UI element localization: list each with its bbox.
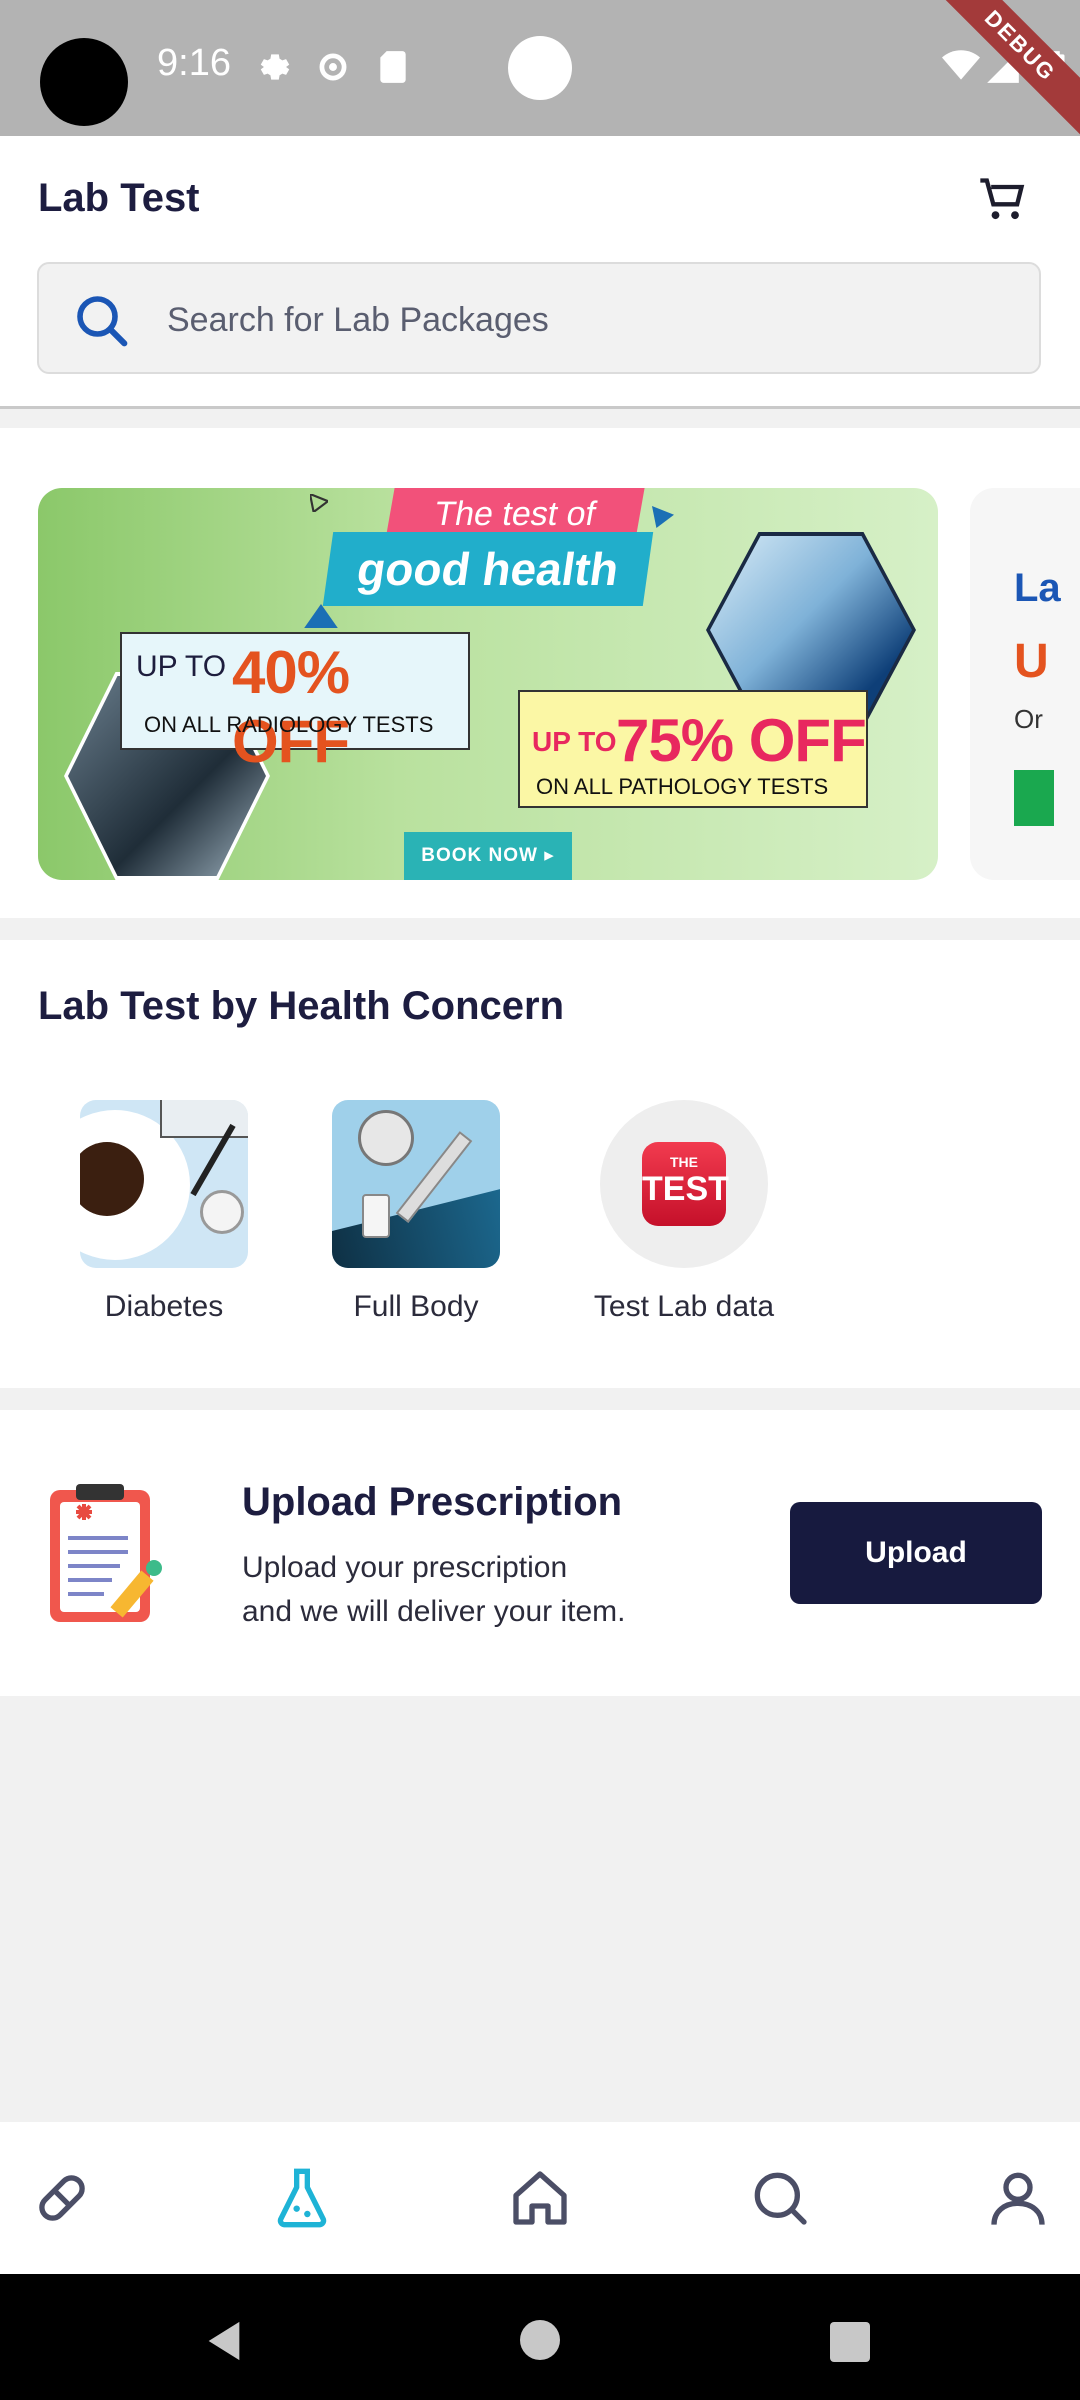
- concern-label: Full Body: [353, 1290, 479, 1323]
- settings-icon: [260, 54, 290, 80]
- home-system-icon[interactable]: [520, 2320, 560, 2360]
- wifi-icon: [942, 50, 980, 80]
- status-time: 9:16: [157, 42, 231, 84]
- upload-title: Upload Prescription: [242, 1480, 623, 1524]
- page-title: Lab Test: [38, 176, 200, 220]
- diabetes-image: [80, 1100, 248, 1268]
- bottom-navigation: [0, 2122, 1080, 2274]
- search-bar[interactable]: [37, 262, 1041, 374]
- front-camera: [508, 36, 572, 100]
- triangle-decoration: [310, 494, 328, 512]
- offer-carousel[interactable]: The test of good health UP TO 40% OFF ON…: [0, 428, 1080, 918]
- recents-icon[interactable]: [830, 2322, 870, 2362]
- back-icon[interactable]: [204, 2318, 244, 2364]
- banner-ribbon-main: good health: [322, 532, 654, 606]
- upload-button[interactable]: Upload: [790, 1502, 1042, 1604]
- system-navigation-bar: [0, 2274, 1080, 2400]
- radiology-offer: UP TO 40% OFF ON ALL RADIOLOGY TESTS: [120, 632, 470, 775]
- offer1-sub: ON ALL RADIOLOGY TESTS: [144, 712, 434, 737]
- next-banner-text: La: [1014, 566, 1061, 610]
- profile-icon[interactable]: [986, 2166, 1050, 2230]
- next-banner-text: U: [1014, 635, 1049, 688]
- search-icon[interactable]: [748, 2166, 812, 2230]
- search-icon: [77, 296, 128, 347]
- triangle-decoration: [304, 604, 338, 628]
- offer1-prefix: UP TO: [136, 650, 227, 683]
- test-logo: THE TEST: [642, 1142, 729, 1226]
- offer2-sub: ON ALL PATHOLOGY TESTS: [536, 774, 829, 799]
- offer2-prefix: UP TO: [532, 726, 617, 757]
- upload-desc-line: Upload your prescription: [242, 1551, 568, 1584]
- next-banner-text: Or: [1014, 704, 1043, 734]
- pathology-offer: UP TO 75% OFF ON ALL PATHOLOGY TESTS: [518, 690, 868, 808]
- logo-main-text: TEST: [642, 1170, 729, 1208]
- triangle-decoration: [652, 506, 674, 528]
- book-now-button[interactable]: BOOK NOW ▸: [404, 832, 572, 880]
- upload-description: Upload your prescription and we will del…: [242, 1546, 702, 1634]
- home-icon[interactable]: [508, 2166, 572, 2230]
- concern-item-diabetes[interactable]: Diabetes: [64, 1100, 264, 1324]
- offer2-value: 75% OFF: [616, 707, 867, 774]
- logo-top-text: THE: [670, 1154, 698, 1170]
- pill-icon[interactable]: [30, 2166, 94, 2230]
- offer-banner[interactable]: The test of good health UP TO 40% OFF ON…: [38, 488, 938, 880]
- app-header: Lab Test: [0, 136, 1080, 409]
- section-title: Lab Test by Health Concern: [38, 984, 565, 1028]
- settings-icon: [319, 53, 347, 81]
- status-bar: 9:16 DEBUG: [0, 0, 1080, 153]
- sd-card-icon: [380, 51, 406, 83]
- upload-prescription-card: Upload Prescription Upload your prescrip…: [0, 1410, 1080, 1696]
- full-body-image: [332, 1100, 500, 1268]
- concern-label: Diabetes: [104, 1290, 224, 1323]
- search-input[interactable]: [165, 284, 989, 356]
- prescription-clipboard-icon: [50, 1484, 162, 1622]
- concern-item-test-lab-data[interactable]: THE TEST Test Lab data: [568, 1100, 800, 1324]
- test-lab-image: THE TEST: [600, 1100, 768, 1268]
- lab-flask-icon[interactable]: [270, 2166, 334, 2230]
- next-offer-banner[interactable]: La U Or: [970, 488, 1080, 880]
- next-banner-button: [1014, 770, 1054, 826]
- upload-desc-line: and we will deliver your item.: [242, 1595, 626, 1628]
- camera-cutout: [40, 38, 128, 126]
- health-concern-section: Lab Test by Health Concern Diabetes Full…: [0, 940, 1080, 1388]
- offer1-value: 40% OFF: [232, 639, 350, 775]
- concern-item-full-body[interactable]: Full Body: [316, 1100, 516, 1324]
- cart-icon[interactable]: [976, 174, 1028, 226]
- concern-label: Test Lab data: [593, 1290, 775, 1323]
